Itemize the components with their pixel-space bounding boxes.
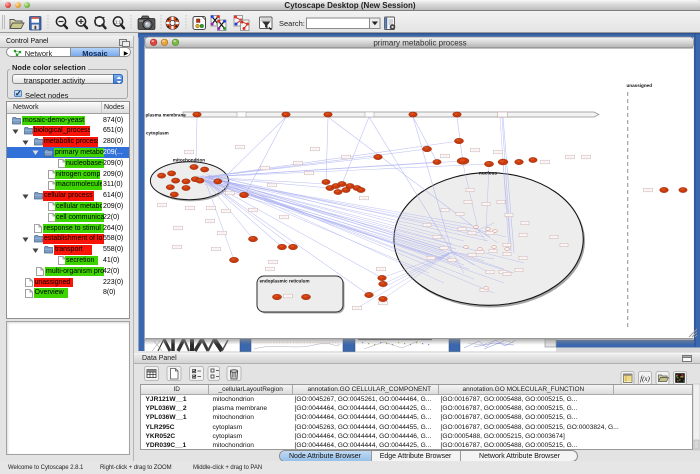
svg-text:cytoplasm: cytoplasm: [146, 131, 169, 136]
svg-text:endoplasmic reticulum: endoplasmic reticulum: [260, 279, 310, 284]
svg-text:primary metabolic process: primary metabolic process: [373, 38, 466, 47]
svg-text:mitochondrion: mitochondrion: [173, 158, 205, 163]
svg-text:1:1: 1:1: [115, 20, 122, 25]
svg-text:nucleus: nucleus: [479, 171, 497, 177]
svg-text:plasma membrane: plasma membrane: [146, 112, 187, 117]
svg-text:f(x): f(x): [640, 375, 650, 383]
svg-text:unassigned: unassigned: [627, 83, 653, 88]
svg-text:Search:: Search:: [279, 19, 305, 28]
